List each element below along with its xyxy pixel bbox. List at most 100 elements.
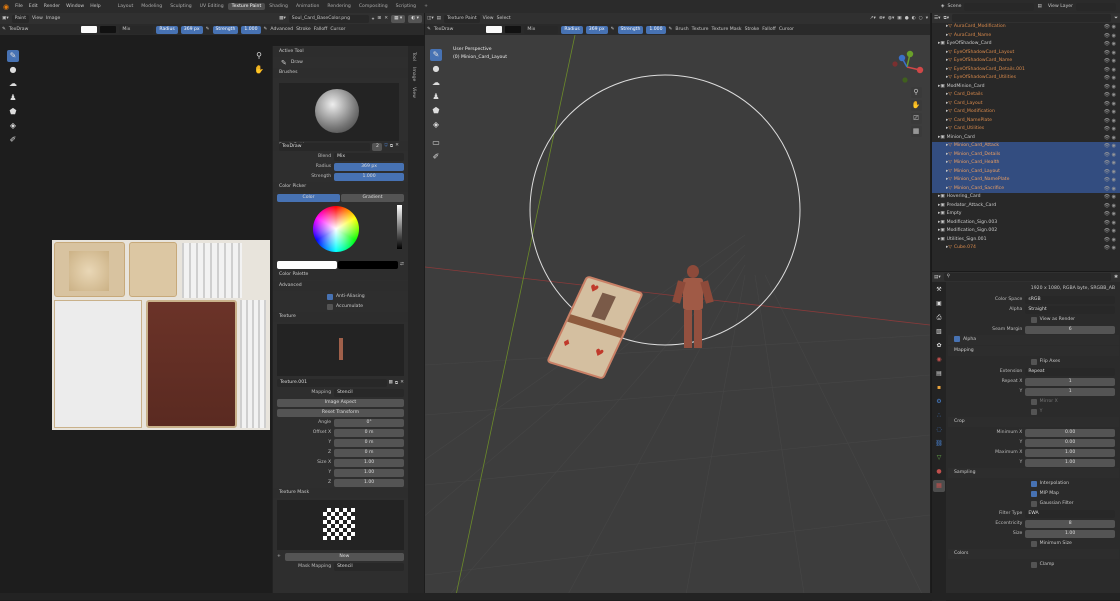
tab-image[interactable]: Image (411, 67, 416, 81)
workspace-tab-compositing[interactable]: Compositing (355, 3, 392, 10)
outliner-object-row[interactable]: ▸ ▽ EyeOfShadowCard_Layout 👁 ◉ (932, 49, 1120, 58)
texture-browse-icon[interactable]: ▩ (389, 380, 393, 385)
vp-pan-icon[interactable]: ✋ (910, 100, 922, 111)
vp-radius-label[interactable]: Radius (561, 25, 583, 34)
visibility-eye-icon[interactable]: 👁 ◉ (1104, 244, 1116, 253)
vp-falloff-menu[interactable]: Falloff (762, 27, 776, 32)
vp-annotate-icon[interactable]: ✐ (430, 151, 442, 163)
color-palette-header[interactable]: Color Palette (273, 270, 408, 280)
max-x-field[interactable]: 1.00 (1025, 448, 1115, 457)
image-view-menu[interactable]: View (32, 16, 43, 21)
properties-editor-icon[interactable]: ▤▾ (934, 275, 941, 280)
sampling-section-header[interactable]: Sampling (948, 468, 1119, 478)
visibility-eye-icon[interactable]: 👁 ◉ (1104, 117, 1116, 126)
workspace-tab-animation[interactable]: Animation (292, 3, 323, 10)
primary-color-swatch[interactable] (81, 26, 98, 33)
radius-slider[interactable]: 369 px (334, 162, 404, 171)
annotate-tool-icon[interactable]: ✐ (7, 134, 19, 146)
visibility-eye-icon[interactable]: 👁 ◉ (1104, 142, 1116, 151)
viewport-snap-icon[interactable]: ◍▾ (888, 16, 894, 21)
vp-radius-pressure-icon[interactable]: ✎ (611, 27, 615, 32)
menu-file[interactable]: File (12, 4, 26, 9)
current-color-swatch[interactable] (277, 260, 338, 269)
visibility-eye-icon[interactable]: 👁 ◉ (1104, 100, 1116, 109)
visibility-eye-icon[interactable]: 👁 ◉ (1104, 219, 1116, 228)
flip-axes-checkbox[interactable] (1030, 358, 1037, 365)
advanced-header[interactable]: Advanced (273, 281, 408, 291)
mapping-select[interactable]: Stencil (334, 388, 404, 397)
brushes-header[interactable]: Brushes (273, 68, 408, 78)
size-z-field[interactable]: 1.00 (334, 478, 404, 487)
anti-aliasing-checkbox[interactable] (327, 293, 333, 300)
visibility-eye-icon[interactable]: 👁 ◉ (1104, 32, 1116, 41)
zombie-figure-model[interactable] (672, 265, 715, 355)
viewport-transform-icon[interactable]: ↗▾ (870, 16, 876, 21)
modifier-props-icon[interactable]: ⚙ (933, 396, 945, 408)
tool-props-icon[interactable]: ⚒ (933, 284, 945, 296)
outliner-editor-icon[interactable]: ☰▾ (934, 16, 940, 21)
brush-tool-icon[interactable]: ✎ (2, 27, 6, 32)
clamp-checkbox[interactable] (1030, 561, 1037, 568)
outliner-object-row[interactable]: ▸ ▽ EyeOfShadowCard_Utilities 👁 ◉ (932, 74, 1120, 83)
blend-select[interactable]: Mix (334, 152, 404, 161)
outliner-collection-row[interactable]: ▸ ▣ EyeOfShadow_Card 👁 ◉ (932, 40, 1120, 49)
texture-name-field[interactable]: Texture.001 (277, 378, 387, 387)
brush-name-field[interactable]: TexDraw (279, 143, 371, 151)
menu-window[interactable]: Window (63, 4, 87, 9)
output-props-icon[interactable]: ⎙ (933, 312, 945, 324)
strength-slider[interactable]: 1.000 (334, 172, 404, 181)
pan-hand-icon[interactable]: ✋ (253, 64, 265, 76)
outliner-object-row[interactable]: ▸ ▽ Minion_Card_Attack 👁 ◉ (932, 142, 1120, 151)
alpha-select[interactable]: Straight (1025, 305, 1115, 314)
visibility-eye-icon[interactable]: 👁 ◉ (1104, 134, 1116, 143)
outliner-object-row[interactable]: ▸ ▽ Cube.074 👁 ◉ (932, 244, 1120, 253)
outliner-search-field[interactable] (952, 14, 1112, 22)
radius-label[interactable]: Radius (156, 25, 178, 34)
strength-field[interactable]: 1.000 (241, 25, 261, 34)
outliner-object-row[interactable]: ▸ ▽ EyeOfShadowCard_Details.001 👁 ◉ (932, 66, 1120, 75)
scene-selector[interactable]: Scene (944, 4, 964, 9)
material-props-icon[interactable]: ● (933, 466, 945, 478)
viewport-options-icon[interactable]: ▾ (926, 16, 928, 21)
active-tool-header[interactable]: Active Tool (273, 47, 408, 57)
add-workspace-icon[interactable]: + (420, 3, 432, 10)
outliner-filter-icon[interactable]: ⏷ (1114, 15, 1118, 21)
outliner-object-row[interactable]: ▸ ▽ Minion_Card_Sacrifice 👁 ◉ (932, 184, 1120, 193)
min-y-field[interactable]: 0.00 (1025, 438, 1115, 447)
properties-pin-icon[interactable]: ✱ (1114, 275, 1118, 280)
outliner-display-mode-icon[interactable]: ⧉▾ (943, 15, 949, 21)
render-props-icon[interactable]: ▣ (933, 298, 945, 310)
visibility-eye-icon[interactable]: 👁 ◉ (1104, 176, 1116, 185)
viewport-shading-solid-icon[interactable]: ● (905, 16, 909, 21)
mask-new-button[interactable]: New (284, 552, 404, 561)
image-aspect-button[interactable]: Image Aspect (277, 398, 404, 407)
view-layer-selector[interactable]: View Layer (1045, 4, 1076, 9)
extension-select[interactable]: Repeat (1025, 367, 1115, 376)
vp-soften-tool-icon[interactable]: ● (430, 63, 442, 75)
falloff-menu[interactable]: Falloff (314, 27, 328, 32)
brush-users-count[interactable]: 2 (372, 143, 383, 151)
workspace-tab-sculpting[interactable]: Sculpting (166, 3, 195, 10)
brush-unlink-icon[interactable]: ✕ (395, 143, 399, 152)
viewport-shading-material-icon[interactable]: ◐ (912, 16, 916, 21)
outliner-collection-row[interactable]: ▸ ▣ Hovering_Card 👁 ◉ (932, 193, 1120, 202)
image-name-field[interactable]: Soul_Card_BaseColor.png (288, 14, 369, 23)
vp-zoom-icon[interactable]: ⚲ (910, 87, 922, 98)
vp-secondary-color-swatch[interactable] (505, 26, 522, 33)
texture-unlink-icon[interactable]: ✕ (400, 380, 404, 385)
mirror-y-checkbox[interactable] (1030, 408, 1037, 415)
colors-section-header[interactable]: Colors (948, 549, 1119, 559)
viewport-editor-type-icon[interactable]: ◫▾ (427, 16, 434, 21)
visibility-eye-icon[interactable]: 👁 ◉ (1104, 23, 1116, 32)
vp-strength-pressure-icon[interactable]: ✎ (669, 27, 673, 32)
gaussian-filter-checkbox[interactable] (1030, 500, 1037, 507)
color-wheel[interactable] (313, 206, 359, 252)
vp-select-box-icon[interactable]: ▭ (430, 137, 442, 149)
repeat-y-field[interactable]: 1 (1025, 387, 1115, 396)
workspace-tab-uv-editing[interactable]: UV Editing (196, 3, 228, 10)
workspace-tab-scripting[interactable]: Scripting (392, 3, 420, 10)
mask-add-icon[interactable]: + (277, 554, 281, 559)
mask-preview[interactable] (277, 500, 404, 550)
image-new-icon[interactable]: ⊞ (377, 16, 381, 21)
outliner-object-row[interactable]: ▸ ▽ AuraCard_Modification 👁 ◉ (932, 23, 1120, 32)
